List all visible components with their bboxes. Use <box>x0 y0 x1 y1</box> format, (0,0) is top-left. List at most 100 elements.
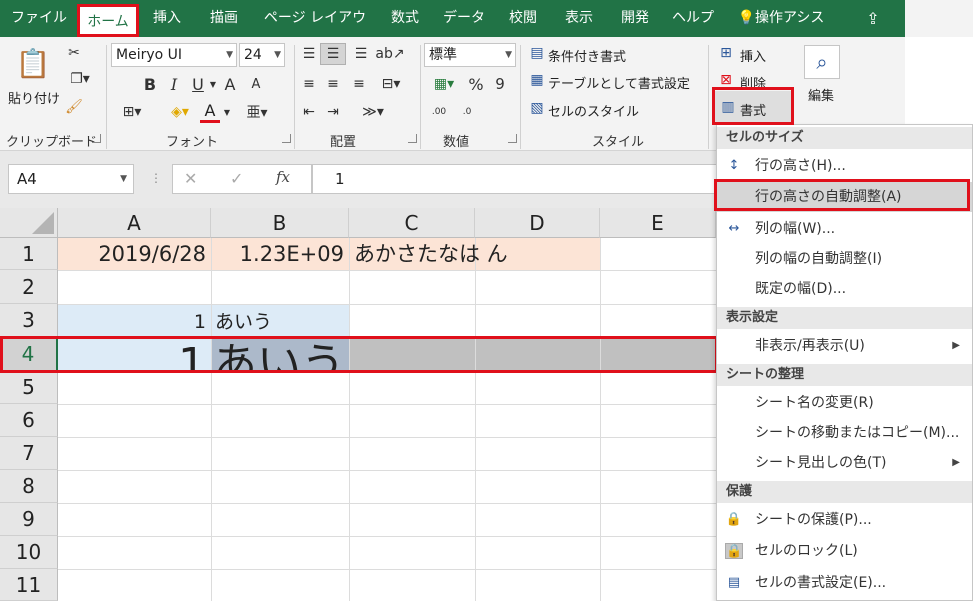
insert-function-button[interactable]: fx <box>276 168 290 186</box>
column-header-d[interactable]: D <box>475 208 600 238</box>
tab-home[interactable]: ホーム <box>77 4 139 37</box>
tab-insert[interactable]: 挿入 <box>145 0 189 37</box>
select-all-corner[interactable] <box>0 208 58 238</box>
accounting-format-icon[interactable]: ▦▾ <box>424 73 464 95</box>
row-header-1[interactable]: 1 <box>0 238 58 270</box>
wrap-text-icon[interactable]: ≫▾ <box>356 101 390 123</box>
editing-button[interactable]: 編集 <box>808 85 834 104</box>
cut-icon[interactable]: ✂ <box>64 43 84 63</box>
phonetic-guide-icon[interactable]: 亜▾ <box>244 101 270 123</box>
column-header-e[interactable]: E <box>600 208 716 238</box>
copy-icon[interactable]: ❐▾ <box>64 69 96 89</box>
increase-indent-icon[interactable]: ⇥ <box>322 101 344 123</box>
menu-item-row-height[interactable]: ↕ 行の高さ(H)... <box>717 151 972 181</box>
comma-style-button[interactable]: 9 <box>490 73 510 95</box>
menu-item-default-width[interactable]: 既定の幅(D)... <box>717 274 972 304</box>
menu-item-autofit-column-width[interactable]: 列の幅の自動調整(I) <box>717 244 972 274</box>
bold-button[interactable]: B <box>140 73 160 95</box>
format-painter-icon[interactable]: 🖌 <box>64 97 84 117</box>
row-header-8[interactable]: 8 <box>0 470 58 503</box>
share-icon[interactable]: ⇪ <box>858 0 888 37</box>
menu-item-lock-cell[interactable]: 🔒 セルのロック(L) <box>717 536 972 566</box>
underline-button[interactable]: U <box>188 73 208 95</box>
cancel-button[interactable]: ✕ <box>184 169 197 188</box>
increase-decimal-icon[interactable]: .00 <box>426 101 452 123</box>
name-box[interactable]: A4 ▼ <box>8 164 134 194</box>
font-color-button[interactable]: A <box>200 101 220 123</box>
tab-data[interactable]: データ <box>438 0 490 37</box>
align-top-icon[interactable]: ☰ <box>298 43 320 65</box>
align-bottom-icon[interactable]: ☰ <box>350 43 372 65</box>
fill-color-icon[interactable]: ◈▾ <box>162 101 198 123</box>
tab-review[interactable]: 校閲 <box>500 0 546 37</box>
format-cells-button[interactable]: ▥ 書式 <box>714 91 794 125</box>
cell-c1[interactable]: あかさたなは ん <box>349 238 609 270</box>
align-left-icon[interactable]: ≡ <box>298 73 320 95</box>
align-center-icon[interactable]: ≡ <box>322 73 344 95</box>
menu-item-format-cells[interactable]: ▤ セルの書式設定(E)... <box>717 568 972 598</box>
format-as-table-button[interactable]: テーブルとして書式設定 <box>548 73 690 92</box>
cell-styles-button[interactable]: セルのスタイル <box>548 101 639 120</box>
menu-item-protect-sheet[interactable]: 🔒 シートの保護(P)... <box>717 505 972 535</box>
row-header-10[interactable]: 10 <box>0 536 58 569</box>
clipboard-launcher-icon[interactable] <box>92 134 101 143</box>
chevron-down-icon[interactable]: ▼ <box>222 101 232 123</box>
cell-a3[interactable]: 1 <box>58 304 211 337</box>
column-header-b[interactable]: B <box>211 208 349 238</box>
tab-formulas[interactable]: 数式 <box>382 0 428 37</box>
row-header-2[interactable]: 2 <box>0 270 58 304</box>
cell-b4[interactable]: あいう <box>211 337 349 371</box>
tab-view[interactable]: 表示 <box>556 0 602 37</box>
conditional-format-button[interactable]: 条件付き書式 <box>548 46 626 65</box>
tab-developer[interactable]: 開発 <box>612 0 658 37</box>
menu-item-autofit-row-height[interactable]: 行の高さの自動調整(A) <box>717 182 972 212</box>
paste-button[interactable]: 貼り付け <box>8 88 60 107</box>
insert-cells-button[interactable]: 挿入 <box>740 46 766 65</box>
splitter-icon[interactable]: ⋮ <box>150 171 162 185</box>
grow-font-button[interactable]: A <box>220 73 240 95</box>
row-header-5[interactable]: 5 <box>0 371 58 404</box>
font-name-select[interactable]: Meiryo UI ▼ <box>111 43 237 67</box>
font-launcher-icon[interactable] <box>282 134 291 143</box>
italic-button[interactable]: I <box>164 73 184 95</box>
chevron-down-icon[interactable]: ▼ <box>208 73 218 95</box>
menu-item-column-width[interactable]: ↔ 列の幅(W)... <box>717 214 972 244</box>
column-header-a[interactable]: A <box>58 208 211 238</box>
align-right-icon[interactable]: ≡ <box>348 73 370 95</box>
tab-tell-me[interactable]: 💡操作アシス <box>735 0 827 37</box>
align-middle-icon[interactable]: ☰ <box>320 43 346 65</box>
menu-item-rename-sheet[interactable]: シート名の変更(R) <box>717 388 972 418</box>
formula-input[interactable]: 1 <box>312 164 722 194</box>
cell-b3[interactable]: あいう <box>211 304 349 337</box>
menu-item-move-copy-sheet[interactable]: シートの移動またはコピー(M)... <box>717 418 972 448</box>
borders-icon[interactable]: ⊞▾ <box>114 101 150 123</box>
font-size-select[interactable]: 24 ▼ <box>239 43 285 67</box>
tab-draw[interactable]: 描画 <box>200 0 248 37</box>
decrease-decimal-icon[interactable]: .0 <box>454 101 480 123</box>
cell-a1[interactable]: 2019/6/28 <box>58 238 211 270</box>
row-header-9[interactable]: 9 <box>0 503 58 536</box>
column-header-c[interactable]: C <box>349 208 475 238</box>
number-launcher-icon[interactable] <box>508 134 517 143</box>
paste-icon[interactable]: 📋 <box>16 43 51 83</box>
tab-page-layout[interactable]: ページ レイアウト <box>260 0 370 63</box>
merge-center-icon[interactable]: ⊟▾ <box>374 73 408 95</box>
search-icon[interactable]: ⌕ <box>804 45 840 79</box>
row-header-4[interactable]: 4 <box>0 337 58 371</box>
cell-b1[interactable]: 1.23E+09 <box>211 238 349 270</box>
menu-item-hide-unhide[interactable]: 非表示/再表示(U) ▶ <box>717 331 972 361</box>
row-header-3[interactable]: 3 <box>0 304 58 337</box>
cell-a4[interactable]: 1 <box>58 337 211 371</box>
shrink-font-button[interactable]: A <box>246 73 266 95</box>
row-header-6[interactable]: 6 <box>0 404 58 437</box>
tab-file[interactable]: ファイル <box>8 0 70 37</box>
delete-cells-button[interactable]: 削除 <box>740 73 766 92</box>
percent-button[interactable]: % <box>466 73 486 95</box>
enter-button[interactable]: ✓ <box>230 169 243 188</box>
number-format-select[interactable]: 標準 ▼ <box>424 43 516 67</box>
orientation-icon[interactable]: ab↗ <box>375 43 404 65</box>
row-header-7[interactable]: 7 <box>0 437 58 470</box>
alignment-launcher-icon[interactable] <box>408 134 417 143</box>
tab-help[interactable]: ヘルプ <box>668 0 718 37</box>
menu-item-tab-color[interactable]: シート見出しの色(T) ▶ <box>717 448 972 478</box>
